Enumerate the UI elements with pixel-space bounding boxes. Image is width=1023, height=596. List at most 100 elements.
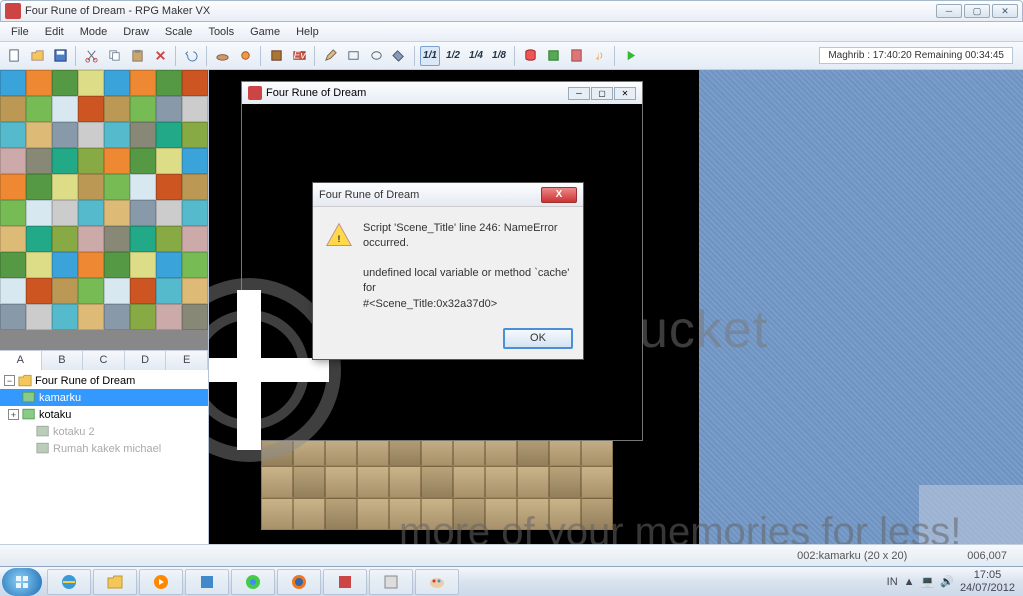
layer1-icon[interactable] bbox=[212, 46, 232, 66]
status-bar: 002:kamarku (20 x 20) 006,007 bbox=[0, 544, 1023, 566]
sound-icon[interactable] bbox=[589, 46, 609, 66]
taskbar-chrome-icon[interactable] bbox=[231, 569, 275, 595]
close-button[interactable]: ✕ bbox=[992, 4, 1018, 18]
system-tray: IN ▲ 💻 🔊 17:0524/07/2012 bbox=[881, 569, 1021, 593]
warning-icon: ! bbox=[325, 221, 353, 249]
tab-d[interactable]: D bbox=[125, 351, 167, 370]
script-icon[interactable] bbox=[566, 46, 586, 66]
map-icon bbox=[36, 442, 50, 455]
menu-game[interactable]: Game bbox=[243, 24, 287, 40]
menu-edit[interactable]: Edit bbox=[38, 24, 71, 40]
pencil-icon[interactable] bbox=[320, 46, 340, 66]
tray-lang[interactable]: IN bbox=[887, 576, 898, 588]
toolbar: Ev 1/1 1/2 1/4 1/8 Maghrib : 17:40:20 Re… bbox=[0, 42, 1023, 70]
tab-c[interactable]: C bbox=[83, 351, 125, 370]
open-icon[interactable] bbox=[27, 46, 47, 66]
error-ok-button[interactable]: OK bbox=[503, 328, 573, 349]
error-close-button[interactable]: X bbox=[541, 187, 577, 203]
taskbar-app1-icon[interactable] bbox=[185, 569, 229, 595]
playtest-icon[interactable] bbox=[620, 46, 640, 66]
map-icon bbox=[22, 391, 36, 404]
cut-icon[interactable] bbox=[81, 46, 101, 66]
svg-text:Ev: Ev bbox=[293, 50, 306, 61]
tab-b[interactable]: B bbox=[42, 351, 84, 370]
tab-e[interactable]: E bbox=[166, 351, 208, 370]
game-maximize-button[interactable]: ▢ bbox=[591, 87, 613, 100]
zoom-1-1[interactable]: 1/1 bbox=[420, 46, 440, 66]
error-line-3: #<Scene_Title:0x32a37d0> bbox=[363, 297, 571, 312]
error-line-1: Script 'Scene_Title' line 246: NameError… bbox=[363, 221, 571, 252]
zoom-1-4[interactable]: 1/4 bbox=[466, 46, 486, 66]
tray-clock[interactable]: 17:0524/07/2012 bbox=[960, 569, 1015, 593]
taskbar-app2-icon[interactable] bbox=[369, 569, 413, 595]
fill-icon[interactable] bbox=[389, 46, 409, 66]
tileset-tabs: A B C D E bbox=[0, 350, 208, 370]
app-titlebar: Four Rune of Dream - RPG Maker VX ─ ▢ ✕ bbox=[0, 0, 1023, 22]
app-title: Four Rune of Dream - RPG Maker VX bbox=[25, 5, 936, 17]
new-icon[interactable] bbox=[4, 46, 24, 66]
folder-icon bbox=[18, 374, 32, 387]
start-button[interactable] bbox=[2, 568, 42, 596]
map-icon bbox=[22, 408, 36, 421]
tray-network-icon[interactable]: 💻 bbox=[921, 575, 935, 588]
status-coords: 006,007 bbox=[967, 550, 1007, 562]
tree-root[interactable]: − Four Rune of Dream bbox=[0, 372, 208, 389]
error-title: Four Rune of Dream bbox=[319, 189, 541, 201]
tree-label: Rumah kakek michael bbox=[53, 443, 161, 455]
menu-help[interactable]: Help bbox=[289, 24, 326, 40]
undo-icon[interactable] bbox=[181, 46, 201, 66]
error-line-2: undefined local variable or method `cach… bbox=[363, 266, 571, 297]
prayer-time-display: Maghrib : 17:40:20 Remaining 00:34:45 bbox=[819, 47, 1013, 64]
tree-item-kotaku[interactable]: + kotaku bbox=[0, 406, 208, 423]
tray-flag-icon[interactable]: ▲ bbox=[904, 576, 915, 588]
rect-icon[interactable] bbox=[343, 46, 363, 66]
tab-a[interactable]: A bbox=[0, 351, 42, 370]
menu-mode[interactable]: Mode bbox=[73, 24, 115, 40]
expand-icon[interactable]: + bbox=[8, 409, 19, 420]
game-close-button[interactable]: ✕ bbox=[614, 87, 636, 100]
zoom-1-2[interactable]: 1/2 bbox=[443, 46, 463, 66]
taskbar-rpgmaker-icon[interactable] bbox=[323, 569, 367, 595]
menu-draw[interactable]: Draw bbox=[116, 24, 156, 40]
tree-item-rumah[interactable]: Rumah kakek michael bbox=[0, 440, 208, 457]
status-map-info: 002:kamarku (20 x 20) bbox=[797, 550, 907, 562]
delete-icon[interactable] bbox=[150, 46, 170, 66]
error-dialog: Four Rune of Dream X ! Script 'Scene_Tit… bbox=[312, 182, 584, 360]
materials-icon[interactable] bbox=[543, 46, 563, 66]
menu-bar: File Edit Mode Draw Scale Tools Game Hel… bbox=[0, 22, 1023, 42]
tree-item-kamarku[interactable]: kamarku bbox=[0, 389, 208, 406]
taskbar-explorer-icon[interactable] bbox=[93, 569, 137, 595]
taskbar-paint-icon[interactable] bbox=[415, 569, 459, 595]
tree-label: kamarku bbox=[39, 392, 81, 404]
map-mode-icon[interactable] bbox=[266, 46, 286, 66]
map-tiles bbox=[261, 434, 621, 544]
paste-icon[interactable] bbox=[127, 46, 147, 66]
taskbar-firefox-icon[interactable] bbox=[277, 569, 321, 595]
tray-volume-icon[interactable]: 🔊 bbox=[940, 575, 954, 588]
tree-label: kotaku 2 bbox=[53, 426, 95, 438]
game-window-title: Four Rune of Dream bbox=[266, 87, 366, 99]
database-icon[interactable] bbox=[520, 46, 540, 66]
collapse-icon[interactable]: − bbox=[4, 375, 15, 386]
layer2-icon[interactable] bbox=[235, 46, 255, 66]
save-icon[interactable] bbox=[50, 46, 70, 66]
menu-file[interactable]: File bbox=[4, 24, 36, 40]
event-mode-icon[interactable]: Ev bbox=[289, 46, 309, 66]
zoom-1-8[interactable]: 1/8 bbox=[489, 46, 509, 66]
tileset-palette[interactable] bbox=[0, 70, 208, 350]
watermark-box bbox=[919, 485, 1023, 544]
copy-icon[interactable] bbox=[104, 46, 124, 66]
windows-taskbar: IN ▲ 💻 🔊 17:0524/07/2012 bbox=[0, 566, 1023, 596]
taskbar-ie-icon[interactable] bbox=[47, 569, 91, 595]
game-minimize-button[interactable]: ─ bbox=[568, 87, 590, 100]
taskbar-wmp-icon[interactable] bbox=[139, 569, 183, 595]
menu-scale[interactable]: Scale bbox=[158, 24, 200, 40]
tree-item-kotaku2[interactable]: kotaku 2 bbox=[0, 423, 208, 440]
map-icon bbox=[36, 425, 50, 438]
left-panel: A B C D E − Four Rune of Dream kamarku +… bbox=[0, 70, 209, 544]
menu-tools[interactable]: Tools bbox=[201, 24, 241, 40]
app-icon bbox=[5, 3, 21, 19]
ellipse-icon[interactable] bbox=[366, 46, 386, 66]
minimize-button[interactable]: ─ bbox=[936, 4, 962, 18]
maximize-button[interactable]: ▢ bbox=[964, 4, 990, 18]
